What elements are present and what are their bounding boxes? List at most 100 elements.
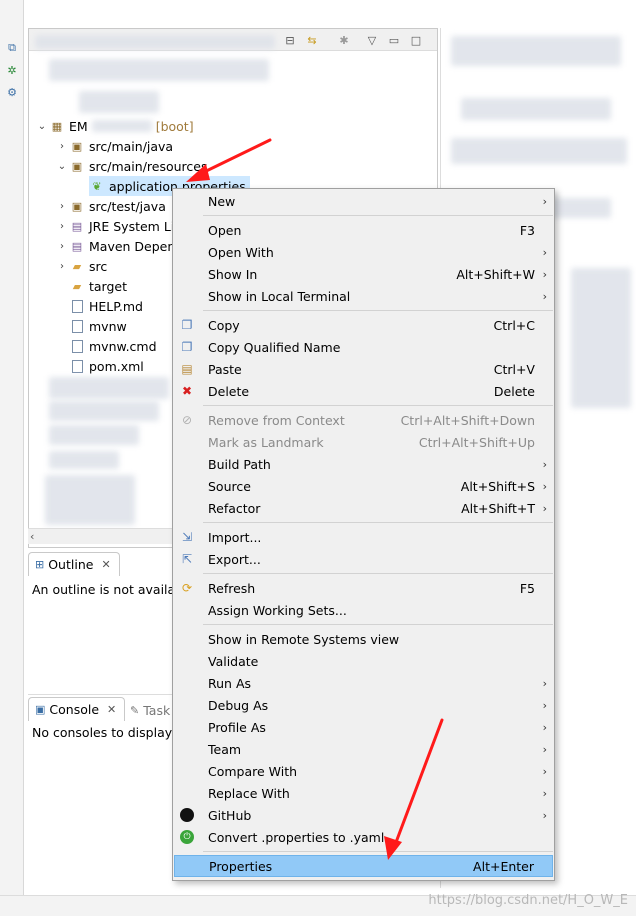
collapse-all-icon[interactable]: ⊟ xyxy=(283,33,297,47)
menu-item-export[interactable]: ⇱ Export... xyxy=(174,548,553,570)
console-icon: ▣ xyxy=(35,703,46,716)
menu-item-mark-as-landmark[interactable]: Mark as Landmark Ctrl+Alt+Shift+Up xyxy=(174,431,553,453)
watermark: https://blog.csdn.net/H_O_W_E xyxy=(428,893,628,908)
tab-outline[interactable]: ⊞ Outline ✕ xyxy=(28,552,120,576)
tasks-icon: ✎ xyxy=(130,703,140,717)
tab-console[interactable]: ▣ Console ✕ xyxy=(28,697,126,721)
menu-item-replace-with[interactable]: Replace With › xyxy=(174,782,553,804)
submenu-chevron-right-icon: › xyxy=(542,501,547,515)
file-icon xyxy=(69,338,85,354)
tree-label: target xyxy=(89,278,128,294)
folder-icon: ▰ xyxy=(72,279,82,293)
debug-icon[interactable]: ✲ xyxy=(4,62,20,78)
menu-item-open-with[interactable]: Open With › xyxy=(174,241,553,263)
tree-row[interactable]: pom.xml xyxy=(69,356,144,376)
source-folder-icon: ▣ xyxy=(71,199,83,213)
tasks-tab-label: Task xyxy=(143,702,171,718)
library-icon: ▤ xyxy=(71,219,83,233)
chevron-right-icon[interactable]: › xyxy=(55,241,69,252)
menu-item-team[interactable]: Team › xyxy=(174,738,553,760)
menu-item-delete[interactable]: ✖ Delete Delete xyxy=(174,380,553,402)
maximize-icon[interactable]: □ xyxy=(409,33,423,47)
scroll-left-icon[interactable]: ‹ xyxy=(30,530,34,543)
folder-icon: ▰ xyxy=(72,259,82,273)
menu-item-convert-properties-to-yaml[interactable]: ⏻ Convert .properties to .yaml xyxy=(174,826,553,848)
github-icon xyxy=(179,807,195,823)
tree-row[interactable]: › ▣ src/main/java xyxy=(55,136,173,156)
menu-item-refactor[interactable]: Refactor Alt+Shift+T › xyxy=(174,497,553,519)
menu-separator xyxy=(203,624,553,625)
chevron-down-icon[interactable]: ⌄ xyxy=(35,121,49,132)
menu-item-github[interactable]: GitHub › xyxy=(174,804,553,826)
tree-row[interactable]: ⌄ ▣ src/main/resources xyxy=(55,156,208,176)
tree-label: mvnw.cmd xyxy=(89,338,157,354)
tree-row[interactable]: › ▤ Maven Depen xyxy=(55,236,175,256)
menu-separator xyxy=(203,310,553,311)
submenu-chevron-right-icon: › xyxy=(542,808,547,822)
tree-row-project[interactable]: ⌄ ▦ EM [boot] xyxy=(35,116,194,136)
menu-item-properties[interactable]: Properties Alt+Enter xyxy=(174,855,553,877)
outline-view: ⊞ Outline ✕ An outline is not availab xyxy=(28,552,188,692)
link-editor-icon[interactable]: ⇆ xyxy=(305,33,319,47)
submenu-chevron-right-icon: › xyxy=(542,194,547,208)
tree-row[interactable]: › ▤ JRE System Li xyxy=(55,216,174,236)
menu-item-paste[interactable]: ▤ Paste Ctrl+V xyxy=(174,358,553,380)
tree-label: src/main/resources xyxy=(89,158,208,174)
chevron-right-icon[interactable]: › xyxy=(55,261,69,272)
menu-item-compare-with[interactable]: Compare With › xyxy=(174,760,553,782)
tree-row[interactable]: › ▰ src xyxy=(55,256,107,276)
tree-row[interactable]: HELP.md xyxy=(69,296,143,316)
restore-icon[interactable]: ⧉ xyxy=(4,40,20,56)
tree-row[interactable]: › ▣ src/test/java xyxy=(55,196,166,216)
menu-item-show-in[interactable]: Show In Alt+Shift+W › xyxy=(174,263,553,285)
tree-label: HELP.md xyxy=(89,298,143,314)
menu-item-validate[interactable]: Validate xyxy=(174,650,553,672)
filter-icon[interactable]: ✱ xyxy=(337,33,351,47)
menu-item-refresh[interactable]: ⟳ Refresh F5 xyxy=(174,577,553,599)
console-view: ▣ Console ✕ ✎ Task No consoles to displa… xyxy=(28,694,188,894)
left-vertical-toolbar: ⧉ ✲ ⚙ xyxy=(0,0,24,916)
menu-item-show-in-local-terminal[interactable]: Show in Local Terminal › xyxy=(174,285,553,307)
project-icon: ▦ xyxy=(51,119,63,133)
menu-item-source[interactable]: Source Alt+Shift+S › xyxy=(174,475,553,497)
menu-item-show-in-remote-systems[interactable]: Show in Remote Systems view xyxy=(174,628,553,650)
tab-tasks[interactable]: ✎ Task xyxy=(130,699,170,721)
minimize-icon[interactable]: ▭ xyxy=(387,33,401,47)
source-folder-icon: ▣ xyxy=(71,159,83,173)
tree-row[interactable]: mvnw xyxy=(69,316,127,336)
menu-separator xyxy=(203,405,553,406)
submenu-chevron-right-icon: › xyxy=(542,267,547,281)
chevron-right-icon[interactable]: › xyxy=(55,141,69,152)
menu-item-profile-as[interactable]: Profile As › xyxy=(174,716,553,738)
file-icon xyxy=(69,318,85,334)
menu-item-new[interactable]: New › xyxy=(174,190,553,212)
menu-item-copy[interactable]: ❐ Copy Ctrl+C xyxy=(174,314,553,336)
tree-label: mvnw xyxy=(89,318,127,334)
menu-separator xyxy=(203,573,553,574)
submenu-chevron-right-icon: › xyxy=(542,289,547,303)
menu-item-remove-from-context[interactable]: ⊘ Remove from Context Ctrl+Alt+Shift+Dow… xyxy=(174,409,553,431)
refresh-icon: ⟳ xyxy=(181,581,193,595)
chevron-right-icon[interactable]: › xyxy=(55,201,69,212)
chevron-right-icon[interactable]: › xyxy=(55,221,69,232)
view-menu-chevron-down-icon[interactable]: ▽ xyxy=(365,33,379,47)
menu-item-import[interactable]: ⇲ Import... xyxy=(174,526,553,548)
menu-item-assign-working-sets[interactable]: Assign Working Sets... xyxy=(174,599,553,621)
close-icon[interactable]: ✕ xyxy=(101,558,110,571)
horizontal-scrollbar[interactable]: ‹ xyxy=(28,528,178,544)
tree-row[interactable]: ▰ target xyxy=(69,276,127,296)
tree-label: src xyxy=(89,258,108,274)
chevron-down-icon[interactable]: ⌄ xyxy=(55,161,69,172)
submenu-chevron-right-icon: › xyxy=(542,786,547,800)
menu-item-debug-as[interactable]: Debug As › xyxy=(174,694,553,716)
close-icon[interactable]: ✕ xyxy=(107,703,116,716)
tree-label: src/main/java xyxy=(89,138,174,154)
menu-item-run-as[interactable]: Run As › xyxy=(174,672,553,694)
servers-icon[interactable]: ⚙ xyxy=(4,84,20,100)
tree-label: src/test/java xyxy=(89,198,166,214)
delete-icon: ✖ xyxy=(181,384,193,398)
menu-item-copy-qualified-name[interactable]: ❐ Copy Qualified Name xyxy=(174,336,553,358)
menu-item-open[interactable]: Open F3 xyxy=(174,219,553,241)
tree-row[interactable]: mvnw.cmd xyxy=(69,336,157,356)
menu-item-build-path[interactable]: Build Path › xyxy=(174,453,553,475)
